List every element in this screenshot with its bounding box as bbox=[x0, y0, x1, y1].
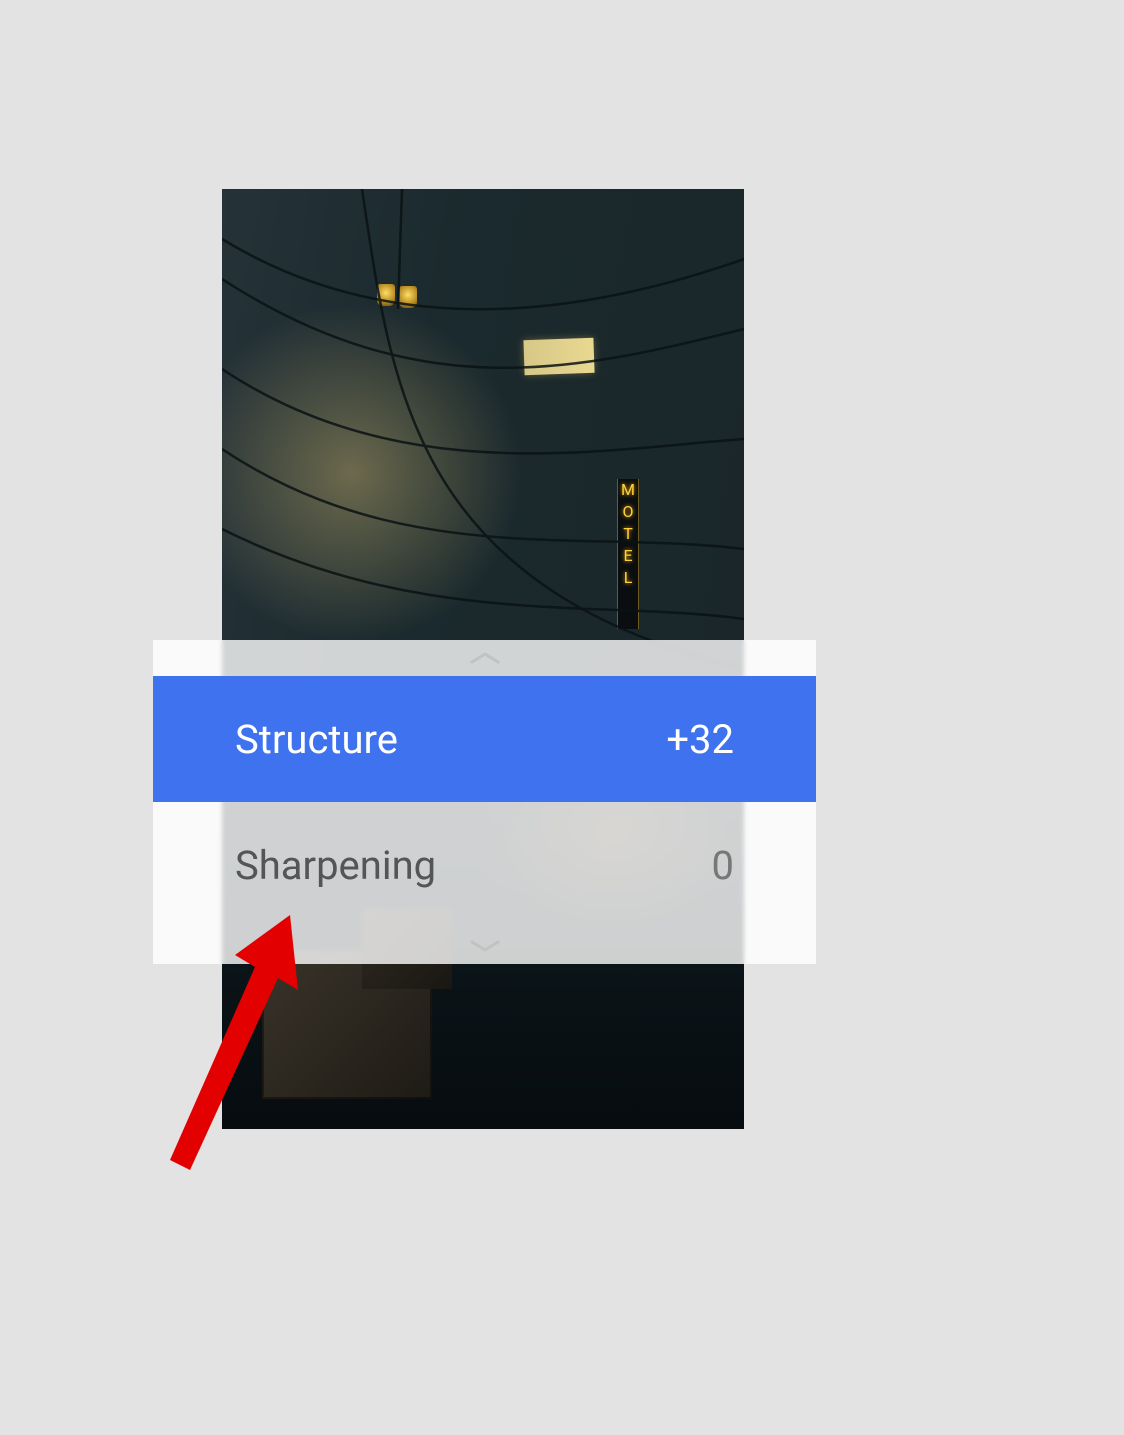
option-value: +32 bbox=[666, 716, 734, 763]
scene-boxes bbox=[262, 949, 432, 1099]
scene-sign-board bbox=[523, 338, 594, 375]
option-value: 0 bbox=[712, 842, 734, 889]
option-label: Sharpening bbox=[235, 842, 436, 889]
option-label: Structure bbox=[235, 716, 398, 763]
option-structure[interactable]: Structure +32 bbox=[153, 676, 816, 802]
scene-motel-sign: MOTEL bbox=[617, 479, 639, 629]
chevron-up-icon[interactable] bbox=[153, 640, 816, 676]
option-sharpening[interactable]: Sharpening 0 bbox=[153, 802, 816, 928]
scene-upper bbox=[222, 189, 744, 706]
chevron-down-icon[interactable] bbox=[153, 928, 816, 964]
adjustment-panel: Structure +32 Sharpening 0 bbox=[153, 640, 816, 964]
